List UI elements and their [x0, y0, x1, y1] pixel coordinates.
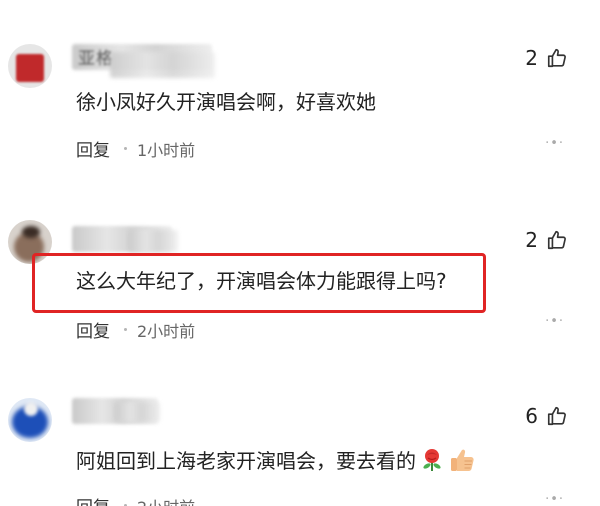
thumbs-up-outline-icon [547, 48, 566, 68]
highlight-box [32, 253, 486, 313]
like-count: 2 [525, 228, 538, 252]
comment-text: 阿姐回到上海老家开演唱会，要去看的 [76, 447, 476, 474]
reply-button[interactable]: 回复 [76, 136, 110, 161]
like-button[interactable]: 2 [525, 46, 568, 70]
thumbs-up-outline-icon [547, 230, 566, 250]
username-blur-overlay [128, 230, 178, 252]
reply-button[interactable]: 回复 [76, 317, 110, 342]
avatar[interactable] [8, 398, 52, 442]
more-dots-icon[interactable]: ·•· [545, 136, 564, 151]
comment-text-content: 阿姐回到上海老家开演唱会，要去看的 [76, 449, 416, 473]
comment-time: 2小时前 [137, 321, 196, 341]
separator-dot [124, 147, 127, 150]
like-count: 6 [525, 404, 538, 428]
separator-dot [124, 328, 127, 331]
username-blur-overlay [114, 402, 160, 422]
like-button[interactable]: 2 [525, 228, 568, 252]
thumbs-up-outline-icon [547, 406, 566, 426]
comment-time: 1小时前 [137, 140, 196, 160]
rose-emoji [423, 449, 441, 471]
comment-time: 2小时前 [137, 494, 195, 506]
reply-button[interactable]: 回复 [76, 493, 110, 506]
like-count: 2 [525, 46, 538, 70]
comment-text: 徐小凤好久开演唱会啊，好喜欢她 [76, 90, 376, 114]
thumbs-up-emoji [451, 449, 474, 471]
more-dots-icon[interactable]: ·•· [545, 314, 564, 329]
avatar[interactable] [8, 44, 52, 88]
comment-meta: 回复 2小时前 [76, 493, 195, 506]
username-fragment: 亚格 [78, 49, 114, 69]
like-button[interactable]: 6 [525, 404, 568, 428]
username-blur-overlay [110, 52, 215, 78]
more-dots-icon[interactable]: ·•· [545, 492, 564, 506]
comment-meta: 回复 1小时前 [76, 136, 196, 162]
comment-meta: 回复 2小时前 [76, 317, 196, 343]
